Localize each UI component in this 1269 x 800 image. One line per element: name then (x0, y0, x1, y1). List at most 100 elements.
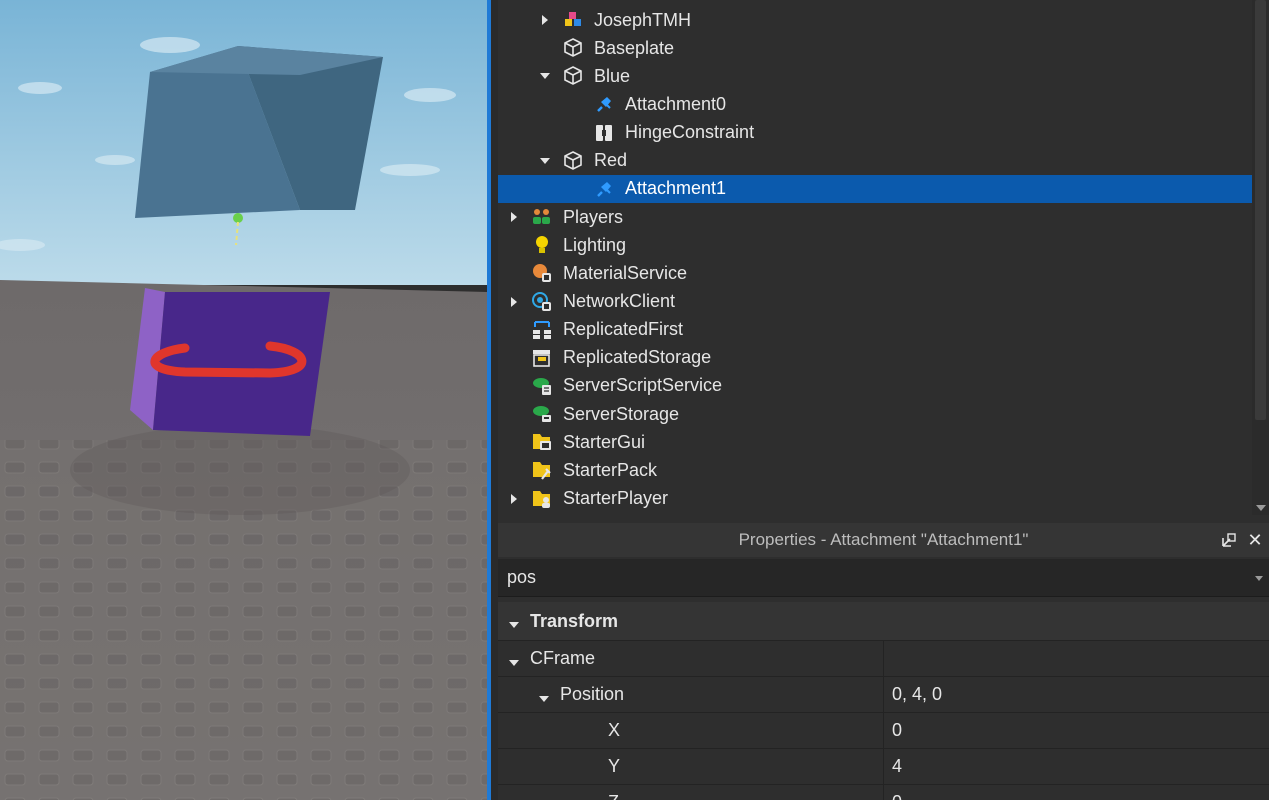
player-model-icon (561, 8, 585, 32)
property-name: CFrame (530, 648, 596, 668)
explorer-item-label: ReplicatedFirst (563, 319, 684, 340)
filter-dropdown-icon[interactable] (1255, 576, 1263, 581)
server-storage-icon (530, 402, 554, 426)
collapse-arrow-icon[interactable] (506, 294, 522, 310)
server-script-service-icon (530, 374, 554, 398)
explorer-item-attachment0[interactable]: Attachment0 (498, 90, 1252, 118)
property-name: X (608, 720, 621, 740)
starter-pack-icon (530, 458, 554, 482)
explorer-item-label: Baseplate (594, 37, 675, 58)
undock-icon[interactable] (1219, 530, 1239, 550)
arrow-spacer (506, 406, 522, 422)
material-service-icon (530, 261, 554, 285)
property-row-position[interactable]: Position 0, 4, 0 (498, 677, 1269, 713)
property-name-cell: Z (498, 785, 884, 800)
property-value[interactable]: 0 (884, 792, 902, 800)
property-name: Y (608, 756, 621, 776)
hinge-constraint-icon (592, 121, 616, 145)
blue-part[interactable] (135, 46, 383, 218)
property-name-cell: CFrame (498, 641, 884, 676)
viewport-scene[interactable] (0, 0, 487, 800)
explorer-item-starterplayer[interactable]: StarterPlayer (498, 485, 1252, 513)
explorer-item-label: Red (594, 150, 628, 171)
3d-viewport[interactable] (0, 0, 487, 800)
properties-title: Properties - Attachment "Attachment1" (738, 530, 1029, 549)
property-name: Z (608, 792, 619, 800)
property-value[interactable]: 0 (884, 720, 902, 741)
arrow-spacer (506, 265, 522, 281)
property-row-y[interactable]: Y4 (498, 749, 1269, 785)
attachment-icon (592, 177, 616, 201)
property-name-cell: Transform (498, 602, 884, 640)
explorer-item-replicatedstorage[interactable]: ReplicatedStorage (498, 344, 1252, 372)
explorer-item-label: StarterGui (563, 431, 646, 452)
property-row-z[interactable]: Z0 (498, 785, 1269, 800)
property-name: Transform (530, 610, 619, 631)
arrow-spacer (506, 350, 522, 366)
scroll-down-icon[interactable] (1256, 505, 1266, 511)
expand-arrow-icon[interactable] (538, 689, 550, 702)
explorer-item-label: HingeConstraint (625, 122, 755, 143)
panel-gap (491, 0, 498, 800)
explorer-item-lighting[interactable]: Lighting (498, 231, 1252, 259)
property-value[interactable]: 4 (884, 756, 902, 777)
arrow-spacer (506, 378, 522, 394)
explorer-scrollbar[interactable] (1252, 0, 1269, 515)
arrow-spacer (568, 96, 584, 112)
property-name-cell: Y (498, 749, 884, 784)
explorer-item-players[interactable]: Players (498, 203, 1252, 231)
explorer-panel: JosephTMH Baseplate Blue Attachment0 HingeCo… (498, 0, 1269, 515)
explorer-item-starterpack[interactable]: StarterPack (498, 456, 1252, 484)
property-row-x[interactable]: X0 (498, 713, 1269, 749)
arrow-spacer (506, 237, 522, 253)
property-section-transform[interactable]: Transform (498, 602, 1269, 641)
arrow-spacer (568, 125, 584, 141)
part-icon (561, 149, 585, 173)
property-name: Position (560, 684, 625, 704)
explorer-item-serverscriptservice[interactable]: ServerScriptService (498, 372, 1252, 400)
close-icon[interactable]: ✕ (1245, 530, 1265, 550)
collapse-arrow-icon[interactable] (506, 491, 522, 507)
explorer-item-label: Attachment0 (625, 93, 727, 114)
arrow-spacer (506, 322, 522, 338)
part-shadow (70, 425, 410, 515)
explorer-item-replicatedfirst[interactable]: ReplicatedFirst (498, 316, 1252, 344)
explorer-item-red[interactable]: Red (498, 147, 1252, 175)
property-name-cell: Position (498, 677, 884, 712)
explorer-item-label: ServerStorage (563, 403, 680, 424)
collapse-arrow-icon[interactable] (506, 209, 522, 225)
explorer-item-networkclient[interactable]: NetworkClient (498, 288, 1252, 316)
explorer-item-label: NetworkClient (563, 291, 676, 311)
explorer-item-materialservice[interactable]: MaterialService (498, 259, 1252, 287)
starter-gui-icon (530, 430, 554, 454)
explorer-item-blue[interactable]: Blue (498, 62, 1252, 90)
explorer-item-hingeconstraint[interactable]: HingeConstraint (498, 119, 1252, 147)
explorer-item-baseplate[interactable]: Baseplate (498, 34, 1252, 62)
network-client-icon (530, 290, 554, 314)
properties-title-bar: Properties - Attachment "Attachment1" ✕ (498, 523, 1269, 557)
arrow-spacer (537, 40, 553, 56)
explorer-item-label: ServerScriptService (563, 375, 723, 396)
expand-arrow-icon[interactable] (537, 68, 553, 84)
explorer-item-label: StarterPlayer (563, 488, 669, 509)
explorer-item-josephtmh[interactable]: JosephTMH (498, 6, 1252, 34)
expand-arrow-icon[interactable] (508, 615, 520, 628)
collapse-arrow-icon[interactable] (537, 12, 553, 28)
expand-arrow-icon[interactable] (508, 653, 520, 666)
attachment0-marker[interactable] (233, 213, 243, 223)
explorer-item-attachment1[interactable]: Attachment1 (498, 174, 1252, 203)
explorer-item-startergui[interactable]: StarterGui (498, 428, 1252, 456)
properties-filter-input[interactable]: pos (498, 559, 1269, 597)
explorer-item-label: Players (563, 206, 624, 227)
property-row-cframe[interactable]: CFrame (498, 641, 1269, 677)
expand-arrow-icon[interactable] (537, 153, 553, 169)
scrollbar-thumb[interactable] (1255, 0, 1266, 420)
property-value[interactable]: 0, 4, 0 (884, 684, 942, 705)
arrow-spacer (506, 434, 522, 450)
replicated-storage-icon (530, 346, 554, 370)
players-icon (530, 205, 554, 229)
part-icon (561, 36, 585, 60)
explorer-item-serverstorage[interactable]: ServerStorage (498, 400, 1252, 428)
arrow-spacer (506, 462, 522, 478)
filter-value: pos (507, 567, 537, 587)
